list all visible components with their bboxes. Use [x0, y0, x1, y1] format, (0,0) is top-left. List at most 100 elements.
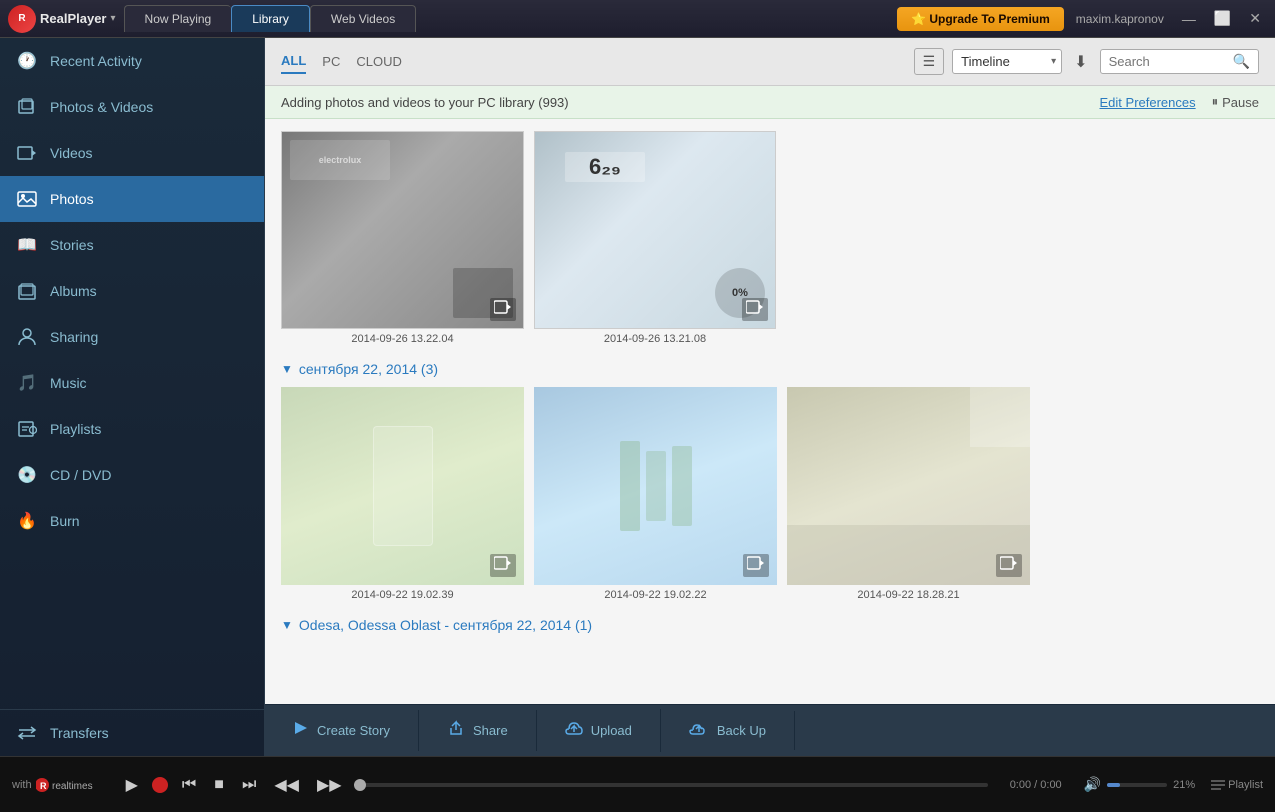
sidebar-item-music[interactable]: 🎵 Music [0, 360, 264, 406]
sidebar-item-sharing[interactable]: Sharing [0, 314, 264, 360]
sidebar-label-recent-activity: Recent Activity [50, 53, 142, 69]
progress-track[interactable] [354, 783, 988, 787]
edit-preferences-link[interactable]: Edit Preferences [1100, 95, 1196, 110]
filter-all[interactable]: ALL [281, 49, 306, 74]
pause-button[interactable]: ⏸ Pause [1212, 94, 1259, 110]
video-indicator-icon [996, 554, 1022, 577]
window-controls: — ⬜ ✕ [1176, 8, 1267, 29]
upload-button[interactable]: Upload [537, 709, 661, 752]
tab-library[interactable]: Library [231, 5, 310, 32]
photo-timestamp-1: 2014-09-26 13.21.08 [534, 333, 776, 345]
sidebar-label-photos-videos: Photos & Videos [50, 99, 153, 115]
volume-icon[interactable]: 🔊 [1084, 776, 1101, 793]
sharing-icon [16, 326, 38, 348]
photo-item[interactable]: 2014-09-22 18.28.21 [787, 387, 1030, 601]
content-scroll-wrapper: electrolux 2014-09-26 13.22.04 [265, 119, 1275, 704]
sidebar-item-recent-activity[interactable]: 🕐 Recent Activity [0, 38, 264, 84]
rewind-button[interactable]: ◀◀ [270, 771, 303, 799]
upload-icon [565, 719, 583, 742]
create-story-icon [293, 720, 309, 741]
video-indicator-icon [743, 554, 769, 577]
main-area: 🕐 Recent Activity Photos & Videos Videos [0, 38, 1275, 756]
progress-handle[interactable] [354, 779, 366, 791]
sidebar-bottom: Transfers [0, 709, 264, 756]
date-header-1[interactable]: ▼ сентября 22, 2014 (3) [281, 361, 1259, 377]
backup-icon [689, 721, 709, 740]
next-button[interactable]: ⏭ [238, 772, 260, 798]
sidebar-item-albums[interactable]: Albums [0, 268, 264, 314]
volume-fill [1107, 783, 1120, 787]
photo-grid-area: electrolux 2014-09-26 13.22.04 [265, 119, 1275, 704]
player-controls: ▶ ⏮ ■ ⏭ ◀◀ ▶▶ [122, 771, 346, 799]
logo-dropdown-arrow[interactable]: ▾ [111, 13, 116, 24]
prev-button[interactable]: ⏮ [178, 772, 200, 798]
upload-label: Upload [591, 723, 632, 738]
app-name: RealPlayer [40, 11, 107, 26]
close-button[interactable]: ✕ [1243, 8, 1267, 29]
volume-bar[interactable] [1107, 783, 1167, 787]
share-button[interactable]: Share [419, 710, 537, 751]
timeline-select-wrapper: Timeline Date Album Folder ▾ [952, 49, 1062, 74]
sidebar-item-photos[interactable]: Photos [0, 176, 264, 222]
music-icon: 🎵 [16, 372, 38, 394]
timeline-select[interactable]: Timeline Date Album Folder [952, 49, 1062, 74]
photo-timestamp-4: 2014-09-22 18.28.21 [787, 589, 1030, 601]
share-label: Share [473, 723, 508, 738]
tab-now-playing[interactable]: Now Playing [124, 5, 232, 32]
date-header-2[interactable]: ▼ Odesa, Odessa Oblast - сентября 22, 20… [281, 617, 1259, 633]
sidebar-item-cd-dvd[interactable]: 💿 CD / DVD [0, 452, 264, 498]
stop-button[interactable]: ■ [210, 772, 228, 798]
record-button[interactable] [152, 777, 168, 793]
title-bar-left: R RealPlayer ▾ Now Playing Library Web V… [8, 5, 416, 33]
filter-pc[interactable]: PC [322, 50, 340, 73]
sidebar-item-transfers[interactable]: Transfers [0, 710, 264, 756]
photo-item[interactable]: 2014-09-22 19.02.22 [534, 387, 777, 601]
video-indicator-icon [490, 298, 516, 321]
photo-item[interactable]: 6₂₉ 0% [534, 131, 776, 345]
forward-button[interactable]: ▶▶ [313, 771, 346, 799]
photo-item[interactable]: electrolux 2014-09-26 13.22.04 [281, 131, 524, 345]
cd-dvd-icon: 💿 [16, 464, 38, 486]
filter-cloud[interactable]: CLOUD [356, 50, 402, 73]
maximize-button[interactable]: ⬜ [1208, 8, 1237, 29]
minimize-button[interactable]: — [1176, 9, 1202, 29]
photo-section-0: electrolux 2014-09-26 13.22.04 [281, 131, 1259, 345]
chevron-down-icon: ▼ [281, 618, 293, 632]
svg-text:realtimes: realtimes [52, 781, 93, 792]
playlist-label: Playlist [1228, 779, 1263, 791]
volume-percentage: 21% [1173, 779, 1195, 791]
sidebar-item-playlists[interactable]: Playlists [0, 406, 264, 452]
download-button[interactable]: ⬇ [1070, 48, 1091, 76]
upgrade-premium-button[interactable]: ⭐ Upgrade To Premium [897, 7, 1064, 31]
photos-videos-icon [16, 96, 38, 118]
title-bar: R RealPlayer ▾ Now Playing Library Web V… [0, 0, 1275, 38]
sidebar-label-burn: Burn [50, 513, 80, 529]
logo-area[interactable]: R RealPlayer ▾ [8, 5, 116, 33]
hamburger-menu-button[interactable]: ☰ [914, 48, 945, 75]
content-toolbar: ALL PC CLOUD ☰ Timeline Date Album Folde… [265, 38, 1275, 86]
photo-row-1: 2014-09-22 19.02.39 [281, 387, 1259, 601]
time-display: 0:00 / 0:00 [996, 779, 1076, 791]
video-indicator-icon [742, 298, 768, 321]
share-icon [447, 720, 465, 741]
playlist-button[interactable]: Playlist [1211, 779, 1263, 791]
search-input[interactable] [1109, 54, 1229, 69]
sidebar-item-burn[interactable]: 🔥 Burn [0, 498, 264, 544]
create-story-label: Create Story [317, 723, 390, 738]
create-story-button[interactable]: Create Story [265, 710, 419, 751]
play-button[interactable]: ▶ [122, 771, 142, 799]
photo-row-0: electrolux 2014-09-26 13.22.04 [281, 131, 1259, 345]
sidebar-item-stories[interactable]: 📖 Stories [0, 222, 264, 268]
sidebar-item-photos-videos[interactable]: Photos & Videos [0, 84, 264, 130]
photo-section-2: ▼ Odesa, Odessa Oblast - сентября 22, 20… [281, 617, 1259, 633]
pause-icon: ⏸ [1212, 94, 1219, 110]
sidebar-item-videos[interactable]: Videos [0, 130, 264, 176]
sidebar-label-playlists: Playlists [50, 421, 101, 437]
tab-web-videos[interactable]: Web Videos [310, 5, 416, 32]
photo-item[interactable]: 2014-09-22 19.02.39 [281, 387, 524, 601]
backup-button[interactable]: Back Up [661, 711, 795, 750]
sidebar-label-photos: Photos [50, 191, 94, 207]
burn-icon: 🔥 [16, 510, 38, 532]
content-area: ALL PC CLOUD ☰ Timeline Date Album Folde… [265, 38, 1275, 756]
user-name: maxim.kapronov [1076, 12, 1164, 26]
